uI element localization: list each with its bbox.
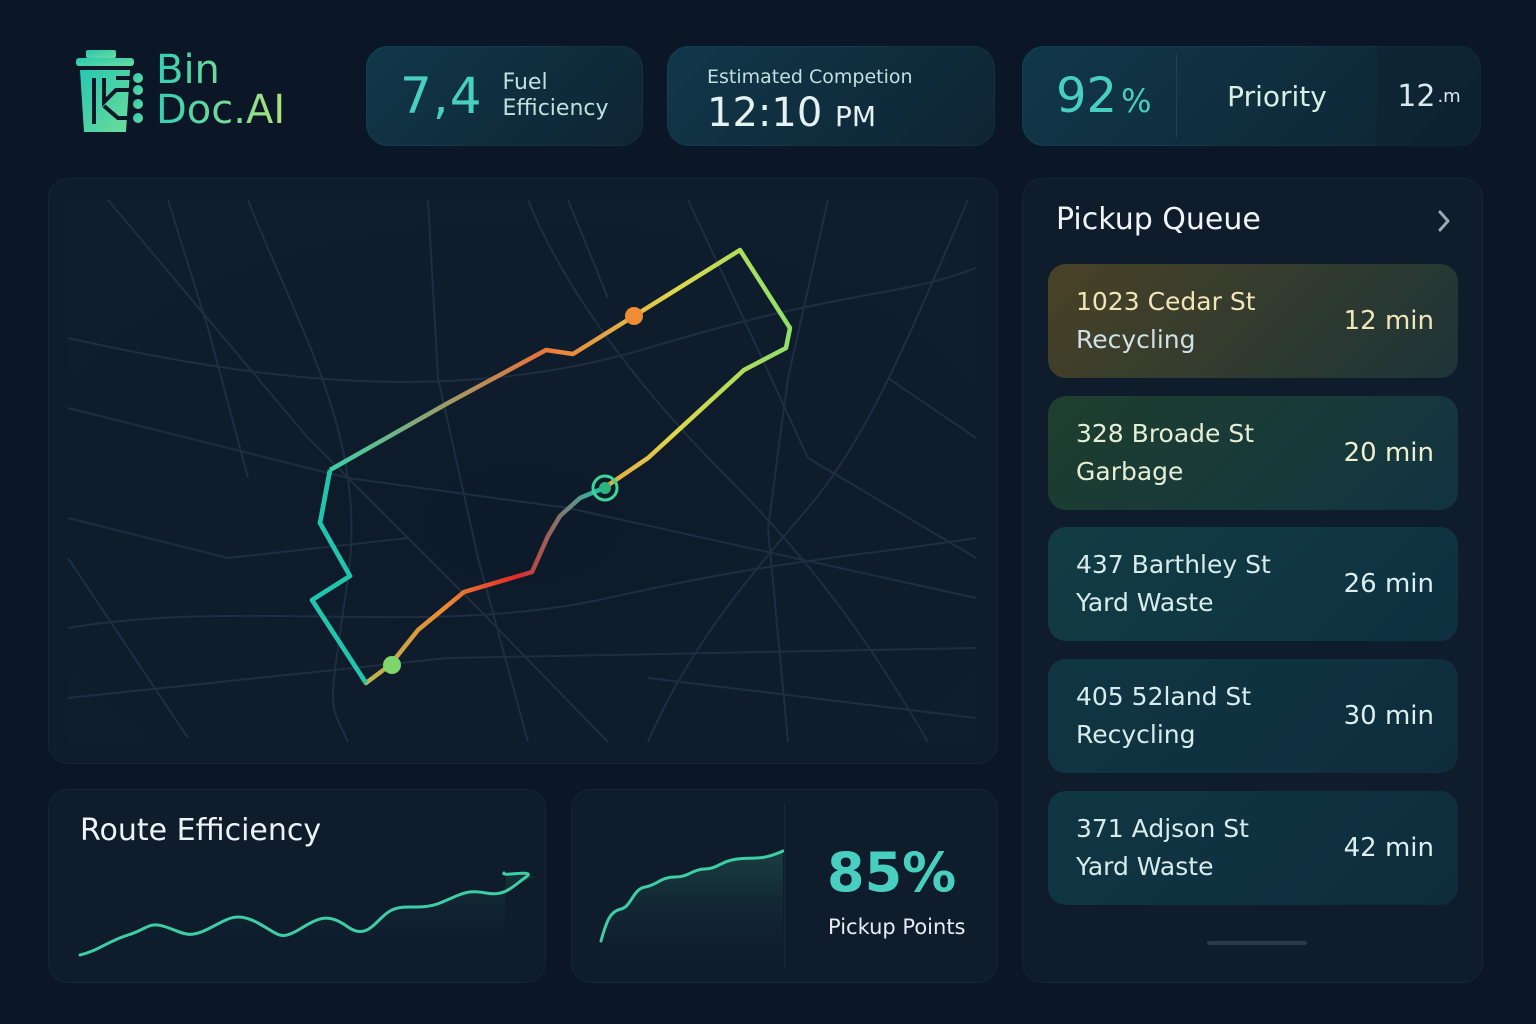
route-map[interactable] (48, 178, 998, 764)
waypoint-start[interactable] (383, 656, 401, 674)
divider (784, 803, 785, 969)
queue-item-eta: 12 min (1343, 306, 1434, 336)
queue-item-eta: 26 min (1343, 569, 1434, 599)
map-canvas[interactable] (48, 178, 998, 764)
fuel-efficiency-label: Fuel Efficiency (502, 70, 609, 121)
priority-card[interactable]: 92% Priority 12 .m (1022, 46, 1481, 146)
fuel-efficiency-card[interactable]: 7,4 Fuel Efficiency (366, 46, 643, 146)
scroll-handle[interactable] (1207, 941, 1307, 945)
queue-item[interactable]: 1023 Cedar St Recycling 12 min (1048, 264, 1458, 378)
queue-item-eta: 20 min (1343, 438, 1434, 468)
priority-label: Priority (1227, 79, 1327, 113)
priority-time-value: 12 .m (1377, 46, 1481, 146)
priority-percent: 92% (1056, 68, 1152, 124)
brand-name: Bin Doc.AI (156, 47, 286, 133)
queue-item[interactable]: 405 52land St Recycling 30 min (1048, 659, 1458, 773)
queue-item-eta: 30 min (1343, 701, 1434, 731)
queue-item-address: 328 Broade St Garbage (1076, 419, 1255, 486)
queue-item-address: 371 Adjson St Yard Waste (1076, 814, 1249, 881)
trash-bin-circuit-icon (76, 50, 143, 132)
estimated-completion-time: 12:10 PM (707, 90, 877, 136)
route-efficiency-panel[interactable]: Route Efficiency (48, 789, 546, 983)
current-location-dot (599, 482, 611, 494)
route-efficiency-sparkline (78, 871, 538, 957)
pickup-points-label: Pickup Points (828, 915, 966, 939)
waypoint-orange[interactable] (625, 307, 643, 325)
map-background (68, 200, 976, 742)
queue-item-address: 437 Barthley St Yard Waste (1076, 550, 1271, 617)
app-logo: Bin Doc.AI (72, 40, 332, 140)
pickup-queue-panel: Pickup Queue 1023 Cedar St Recycling 12 … (1022, 178, 1483, 983)
fuel-efficiency-value: 7,4 (400, 67, 483, 125)
chevron-right-icon[interactable] (1430, 204, 1458, 238)
pickup-points-value: 85% (827, 841, 957, 904)
queue-item[interactable]: 437 Barthley St Yard Waste 26 min (1048, 527, 1458, 641)
queue-item[interactable]: 371 Adjson St Yard Waste 42 min (1048, 791, 1458, 905)
queue-item-address: 405 52land St Recycling (1076, 682, 1252, 749)
pickup-points-sparkline (599, 849, 784, 983)
estimated-completion-label: Estimated Competion (707, 66, 913, 88)
queue-item-address: 1023 Cedar St Recycling (1076, 287, 1256, 354)
pickup-queue-title: Pickup Queue (1056, 202, 1261, 237)
queue-item-eta: 42 min (1343, 833, 1434, 863)
estimated-completion-card[interactable]: Estimated Competion 12:10 PM (667, 46, 995, 146)
queue-item[interactable]: 328 Broade St Garbage 20 min (1048, 396, 1458, 510)
pickup-points-panel[interactable]: 85% Pickup Points (571, 789, 998, 983)
